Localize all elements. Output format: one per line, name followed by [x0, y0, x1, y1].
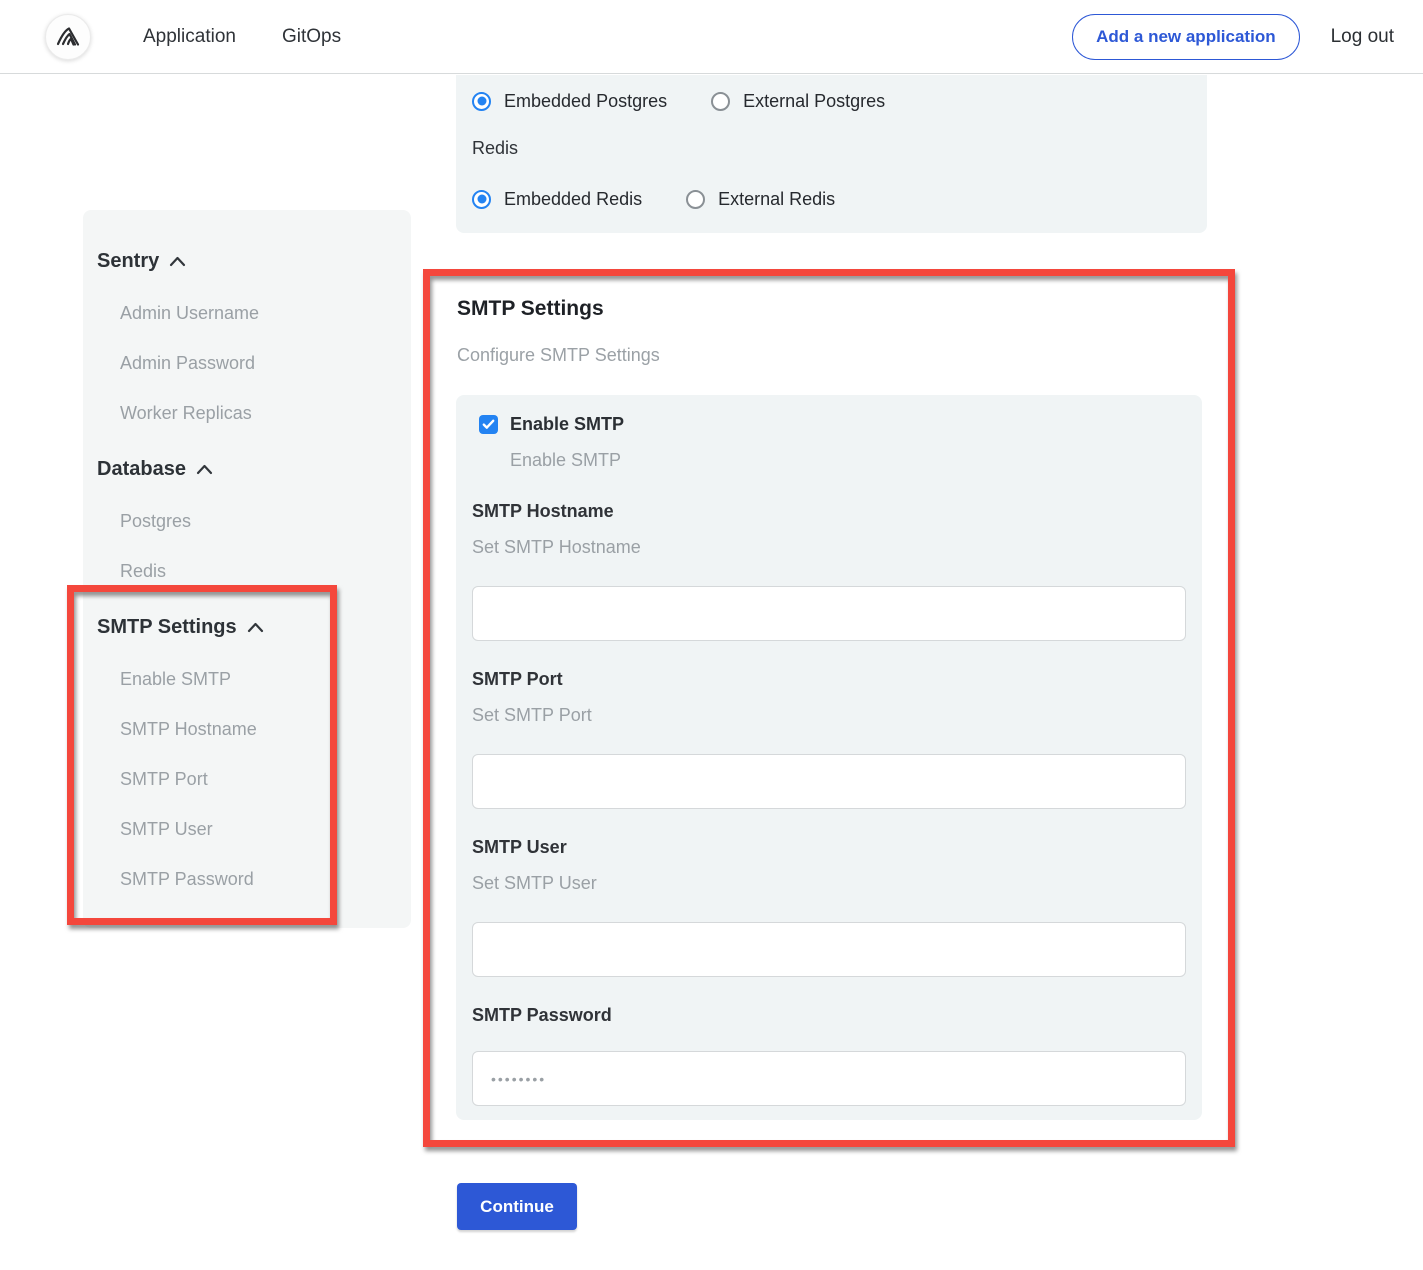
database-options-panel: Embedded Postgres External Postgres Redi…	[456, 75, 1207, 233]
section-subtitle: Configure SMTP Settings	[457, 345, 660, 366]
sidebar-item-smtp-user[interactable]: SMTP User	[97, 804, 397, 854]
embedded-postgres-option[interactable]: Embedded Postgres	[472, 91, 667, 112]
external-postgres-option[interactable]: External Postgres	[711, 91, 885, 112]
sidebar-group-label: Sentry	[97, 250, 159, 273]
field-smtp-password: SMTP Password	[472, 1005, 1186, 1106]
continue-button[interactable]: Continue	[457, 1183, 577, 1230]
chevron-up-icon	[169, 256, 186, 267]
enable-smtp-row: Enable SMTP	[472, 412, 1186, 436]
redis-radio-group: Embedded Redis External Redis	[472, 187, 1191, 211]
nav-tab-application[interactable]: Application	[143, 26, 236, 48]
sidebar-item-smtp-port[interactable]: SMTP Port	[97, 754, 397, 804]
enable-smtp-label: Enable SMTP	[510, 414, 624, 435]
top-navbar: Application GitOps Add a new application…	[0, 0, 1423, 74]
chevron-up-icon	[196, 464, 213, 475]
sidebar-group-smtp-settings[interactable]: SMTP Settings	[97, 600, 397, 654]
sidebar-group-sentry[interactable]: Sentry	[97, 234, 397, 288]
smtp-port-input[interactable]	[472, 754, 1186, 809]
smtp-user-input[interactable]	[472, 922, 1186, 977]
field-label: SMTP Port	[472, 669, 1186, 691]
field-helper: Set SMTP User	[472, 873, 1186, 893]
sidebar-item-admin-username[interactable]: Admin Username	[97, 288, 397, 338]
app-logo[interactable]	[45, 14, 91, 60]
sidebar-item-admin-password[interactable]: Admin Password	[97, 338, 397, 388]
embedded-postgres-radio[interactable]	[472, 92, 491, 111]
smtp-section-heading: SMTP Settings Configure SMTP Settings	[457, 297, 660, 366]
sidebar-item-postgres[interactable]: Postgres	[97, 496, 397, 546]
radio-label: Embedded Redis	[504, 189, 642, 210]
chevron-up-icon	[247, 622, 264, 633]
enable-smtp-checkbox[interactable]	[479, 415, 498, 434]
field-smtp-user: SMTP User Set SMTP User	[472, 837, 1186, 977]
field-label: SMTP Password	[472, 1005, 1186, 1027]
external-redis-radio[interactable]	[686, 190, 705, 209]
navbar-right: Add a new application Log out	[1072, 14, 1394, 60]
config-nav-sidebar: Sentry Admin Username Admin Password Wor…	[83, 210, 411, 928]
sidebar-item-redis[interactable]: Redis	[97, 546, 397, 596]
smtp-password-input[interactable]	[472, 1051, 1186, 1106]
radio-label: External Redis	[718, 189, 835, 210]
field-helper: Set SMTP Port	[472, 705, 1186, 725]
smtp-hostname-input[interactable]	[472, 586, 1186, 641]
field-smtp-port: SMTP Port Set SMTP Port	[472, 669, 1186, 809]
sidebar-item-worker-replicas[interactable]: Worker Replicas	[97, 388, 397, 438]
enable-smtp-helper: Enable SMTP	[510, 450, 1186, 470]
section-title: SMTP Settings	[457, 297, 660, 321]
check-icon	[482, 419, 495, 430]
logout-link[interactable]: Log out	[1331, 26, 1394, 48]
sidebar-group-database[interactable]: Database	[97, 442, 397, 496]
radio-label: Embedded Postgres	[504, 91, 667, 112]
postgres-radio-group: Embedded Postgres External Postgres	[472, 89, 1191, 113]
sentry-logo-icon	[54, 23, 82, 51]
sidebar-group-label: SMTP Settings	[97, 616, 237, 639]
smtp-settings-form-panel: Enable SMTP Enable SMTP SMTP Hostname Se…	[456, 395, 1202, 1120]
add-new-application-button[interactable]: Add a new application	[1072, 14, 1299, 60]
sidebar-group-label: Database	[97, 458, 186, 481]
sidebar-item-enable-smtp[interactable]: Enable SMTP	[97, 654, 397, 704]
external-redis-option[interactable]: External Redis	[686, 189, 835, 210]
radio-label: External Postgres	[743, 91, 885, 112]
field-smtp-hostname: SMTP Hostname Set SMTP Hostname	[472, 501, 1186, 641]
field-label: SMTP Hostname	[472, 501, 1186, 523]
sidebar-item-smtp-hostname[interactable]: SMTP Hostname	[97, 704, 397, 754]
sidebar-item-smtp-password[interactable]: SMTP Password	[97, 854, 397, 904]
field-helper: Set SMTP Hostname	[472, 537, 1186, 557]
redis-group-label: Redis	[472, 138, 1191, 160]
external-postgres-radio[interactable]	[711, 92, 730, 111]
field-label: SMTP User	[472, 837, 1186, 859]
embedded-redis-option[interactable]: Embedded Redis	[472, 189, 642, 210]
embedded-redis-radio[interactable]	[472, 190, 491, 209]
primary-nav: Application GitOps	[143, 26, 341, 48]
nav-tab-gitops[interactable]: GitOps	[282, 26, 341, 48]
